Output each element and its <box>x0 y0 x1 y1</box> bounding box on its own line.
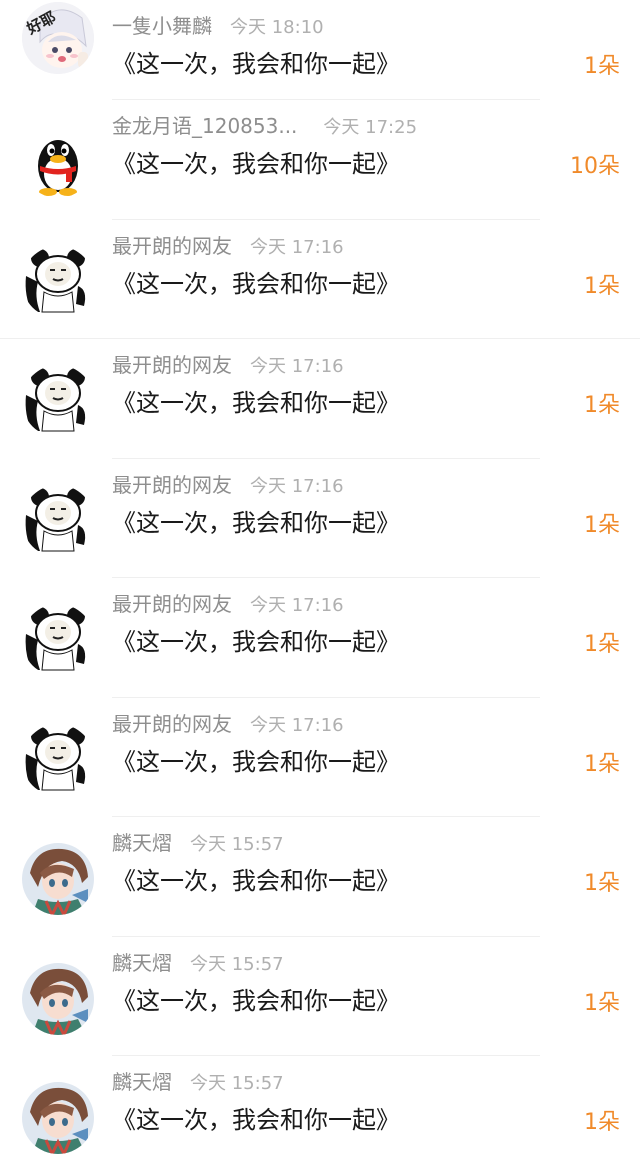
timestamp: 今天 17:25 <box>323 117 418 138</box>
flower-count: 1朵 <box>584 871 620 896</box>
timestamp: 今天 17:16 <box>250 236 344 258</box>
username[interactable]: 麟天熠 <box>112 1066 172 1095</box>
list-item[interactable]: 麟天熠 今天 15:57 《这一次，我会和你一起》 1朵 <box>0 937 640 1056</box>
avatar[interactable] <box>22 1082 94 1154</box>
timestamp: 今天 17:16 <box>250 714 344 736</box>
panda-meme-avatar-icon <box>22 723 94 796</box>
panda-meme-avatar-icon <box>22 365 94 437</box>
flower-count: 1朵 <box>584 990 620 1016</box>
comment-text: 《这一次，我会和你一起》 <box>112 747 400 776</box>
list-item[interactable]: 最开朗的网友 今天 17:16 《这一次，我会和你一起》 1朵 <box>0 698 640 817</box>
flower-count: 10朵 <box>570 154 620 179</box>
username[interactable]: 最开朗的网友 <box>112 469 232 498</box>
comment-text: 《这一次，我会和你一起》 <box>112 986 400 1015</box>
comment-text: 《这一次，我会和你一起》 <box>112 150 400 178</box>
list-item[interactable]: 最开朗的网友 今天 17:16 《这一次，我会和你一起》 1朵 <box>0 339 640 459</box>
anime-boy-avatar-icon <box>22 1082 94 1154</box>
list-item[interactable]: 金龙月语_120853... 今天 17:25 《这一次，我会和你一起》 10朵 <box>0 100 640 220</box>
comment-text: 《这一次，我会和你一起》 <box>112 508 400 537</box>
username[interactable]: 金龙月语_120853... <box>112 110 297 139</box>
list-item[interactable]: 最开朗的网友 今天 17:16 《这一次，我会和你一起》 1朵 <box>0 220 640 339</box>
username[interactable]: 最开朗的网友 <box>112 708 232 737</box>
panda-meme-avatar-icon <box>22 484 94 557</box>
comment-text: 《这一次，我会和你一起》 <box>112 50 400 78</box>
comment-text: 《这一次，我会和你一起》 <box>112 389 400 417</box>
list-item[interactable]: 最开朗的网友 今天 17:16 《这一次，我会和你一起》 1朵 <box>0 459 640 578</box>
username[interactable]: 最开朗的网友 <box>112 349 232 378</box>
flower-count: 1朵 <box>584 54 620 79</box>
timestamp: 今天 18:10 <box>230 17 324 38</box>
avatar[interactable] <box>22 604 94 676</box>
flower-count: 1朵 <box>584 393 620 418</box>
qq-penguin-avatar-icon <box>22 126 94 198</box>
panda-meme-avatar-icon <box>22 245 94 318</box>
username[interactable]: 最开朗的网友 <box>112 230 232 259</box>
list-item[interactable]: 麟天熠 今天 15:57 《这一次，我会和你一起》 1朵 <box>0 817 640 937</box>
flower-count: 1朵 <box>584 1110 620 1135</box>
list-item[interactable]: 好耶 一隻小舞麟 今天 18:10 《这一次，我会和你一起》 1朵 <box>0 0 640 100</box>
timestamp: 今天 15:57 <box>190 953 284 975</box>
list-item[interactable]: 最开朗的网友 今天 17:16 《这一次，我会和你一起》 1朵 <box>0 578 640 698</box>
avatar[interactable] <box>22 365 94 437</box>
avatar[interactable] <box>22 723 94 796</box>
username[interactable]: 最开朗的网友 <box>112 588 232 617</box>
username[interactable]: 一隻小舞麟 <box>112 10 212 39</box>
comment-text: 《这一次，我会和你一起》 <box>112 1106 400 1134</box>
timestamp: 今天 17:16 <box>250 356 344 377</box>
flower-count: 1朵 <box>584 273 620 299</box>
comment-text: 《这一次，我会和你一起》 <box>112 867 400 895</box>
avatar[interactable]: 好耶 <box>22 2 94 74</box>
comment-list: 好耶 一隻小舞麟 今天 18:10 《这一次，我会和你一起》 1朵 金龙月语_1… <box>0 0 640 1176</box>
panda-meme-avatar-icon <box>22 604 94 676</box>
avatar[interactable] <box>22 245 94 318</box>
avatar[interactable] <box>22 962 94 1035</box>
timestamp: 今天 17:16 <box>250 475 344 497</box>
username[interactable]: 麟天熠 <box>112 947 172 976</box>
comment-text: 《这一次，我会和你一起》 <box>112 628 400 656</box>
comment-text: 《这一次，我会和你一起》 <box>112 269 400 298</box>
avatar[interactable] <box>22 484 94 557</box>
avatar[interactable] <box>22 843 94 915</box>
anime-boy-avatar-icon <box>22 962 94 1035</box>
timestamp: 今天 15:57 <box>190 1073 284 1094</box>
timestamp: 今天 17:16 <box>250 595 344 616</box>
list-item[interactable]: 麟天熠 今天 15:57 《这一次，我会和你一起》 1朵 <box>0 1056 640 1176</box>
flower-count: 1朵 <box>584 751 620 777</box>
avatar[interactable] <box>22 126 94 198</box>
anime-boy-avatar-icon <box>22 843 94 915</box>
timestamp: 今天 15:57 <box>190 834 284 855</box>
username[interactable]: 麟天熠 <box>112 827 172 856</box>
flower-count: 1朵 <box>584 512 620 538</box>
flower-count: 1朵 <box>584 632 620 657</box>
